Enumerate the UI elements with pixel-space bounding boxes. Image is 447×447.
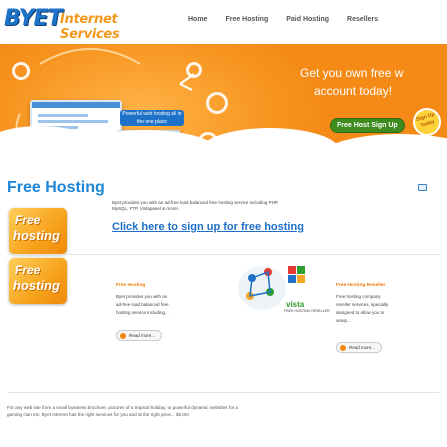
footer-line-2: gaming clan etc, Byet Internet has the r…	[7, 412, 189, 417]
email-icon[interactable]	[418, 184, 427, 191]
signup-link[interactable]: Click here to sign up for free hosting	[112, 221, 304, 233]
nav-paid-hosting[interactable]: Paid Hosting	[286, 16, 329, 23]
divider	[8, 254, 439, 255]
badge-hosting-text: hosting	[13, 228, 60, 243]
arrow-circle-icon	[340, 345, 346, 351]
free-hosting-badge-2: Free hosting	[9, 258, 67, 304]
col-free-hosting-title: Free Hosting	[116, 283, 146, 288]
read-more-button-reseller[interactable]: Read more...	[336, 342, 383, 353]
site-logo[interactable]: BYET Internet Services	[4, 6, 180, 42]
col-right-line: setup...	[336, 318, 351, 323]
badge-free-text: Free	[15, 263, 41, 277]
site-header: BYET Internet Services Home Free Hosting…	[0, 0, 447, 44]
col-left-line: Byet provides you with an	[116, 294, 168, 299]
col-reseller-title: Free Hosting Reseller	[336, 283, 386, 288]
vista-sub-text: FREE HOSTING RESELLER	[284, 309, 330, 313]
footer-line-1: For any web site from a small business b…	[7, 405, 238, 410]
logo-internet-services-text: Internet Services	[60, 12, 120, 42]
divider	[8, 392, 439, 393]
banner-headline: Get you own free w account today!	[300, 64, 447, 100]
col-left-line: ad-free load balanced free	[116, 302, 169, 307]
reseller-illustration	[238, 266, 305, 310]
intro-text: Byet provides you with an ad-free load b…	[112, 200, 432, 212]
col-left-line: hosting service including...	[116, 310, 169, 315]
read-more-button-free[interactable]: Read more...	[116, 330, 163, 341]
intro-line-2: MySQL, FTP, Vistapanel & more!.	[112, 206, 180, 211]
free-host-signup-button[interactable]: Free Host Sign Up	[330, 118, 405, 133]
banner-line-2: account today!	[314, 84, 393, 98]
logo-byet-text: BYET	[4, 6, 63, 31]
col-reseller-text: Free hosting company reseller services, …	[336, 293, 436, 325]
arrow-circle-icon	[120, 333, 126, 339]
nav-free-hosting[interactable]: Free Hosting	[225, 16, 268, 23]
banner-line-1: Get you own free w	[300, 66, 404, 80]
banner-ribbon: Powerful web hosting all in the one plac…	[120, 110, 184, 126]
read-more-label: Read more...	[349, 345, 376, 350]
col-right-line: reseller services, specially	[336, 302, 389, 307]
free-hosting-badge: Free hosting	[9, 208, 67, 254]
vista-logo-text: vista	[286, 300, 305, 309]
page-title: Free Hosting	[7, 179, 105, 196]
nav-home[interactable]: Home	[188, 16, 207, 23]
read-more-label: Read more...	[129, 333, 156, 338]
col-right-line: Free hosting company	[336, 294, 381, 299]
badge-free-text: Free	[15, 213, 41, 227]
nav-resellers[interactable]: Resellers	[347, 16, 378, 23]
hero-banner: Powerful web hosting all in the one plac…	[0, 44, 447, 154]
badge-hosting-text: hosting	[13, 278, 60, 293]
col-free-hosting-text: Byet provides you with an ad-free load b…	[116, 293, 226, 317]
footer-description: For any web site from a small business b…	[7, 404, 439, 418]
cloud	[320, 134, 447, 154]
col-right-line: designed to allow you to	[336, 310, 385, 315]
main-nav: Home Free Hosting Paid Hosting Resellers	[188, 16, 396, 23]
